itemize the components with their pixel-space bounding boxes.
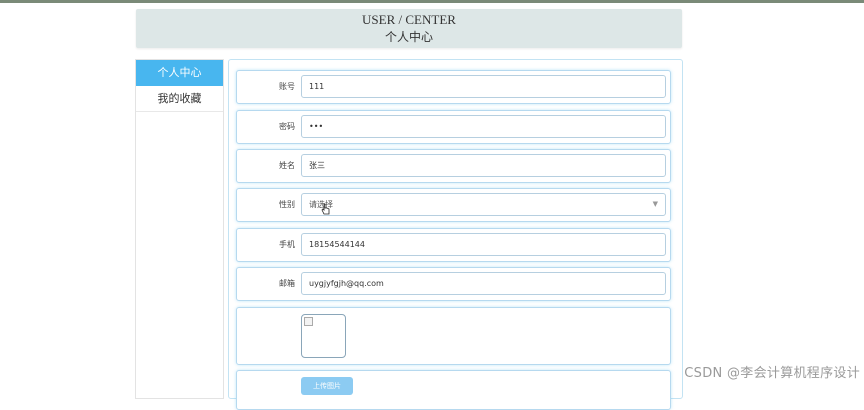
gender-select[interactable]: 请选择 ▼ — [301, 193, 666, 216]
password-row: 密码 ••• — [236, 110, 671, 144]
sidebar: 个人中心 我的收藏 — [135, 59, 224, 399]
phone-label: 手机 — [279, 240, 295, 249]
upload-row: 上传图片 — [236, 370, 671, 410]
password-field[interactable]: ••• — [301, 115, 666, 138]
email-label: 邮箱 — [279, 279, 295, 288]
gender-label: 性别 — [279, 200, 295, 209]
user-form-panel: 账号 111 密码 ••• 姓名 张三 性别 请选择 ▼ 手机 18154544… — [228, 59, 683, 410]
header-title-cn: 个人中心 — [384, 30, 433, 44]
page-header: USER / CENTER 个人中心 — [136, 9, 682, 48]
gender-row: 性别 请选择 ▼ — [236, 188, 671, 222]
sidebar-item-favorites[interactable]: 我的收藏 — [136, 86, 223, 112]
email-field[interactable]: uygjyfgjh@qq.com — [301, 272, 666, 295]
password-label: 密码 — [279, 122, 295, 131]
name-label: 姓名 — [279, 161, 295, 170]
avatar-row — [236, 307, 671, 365]
hand-cursor-icon — [321, 203, 330, 215]
avatar-image — [301, 314, 346, 358]
name-field[interactable]: 张三 — [301, 154, 666, 177]
name-row: 姓名 张三 — [236, 149, 671, 183]
chevron-down-icon: ▼ — [652, 200, 658, 208]
sidebar-item-user-center[interactable]: 个人中心 — [136, 60, 223, 86]
broken-image-icon — [304, 317, 313, 326]
header-title-en: USER / CENTER — [362, 12, 456, 27]
account-field[interactable]: 111 — [301, 75, 666, 98]
account-row: 账号 111 — [236, 70, 671, 104]
phone-row: 手机 18154544144 — [236, 228, 671, 262]
upload-image-button[interactable]: 上传图片 — [301, 377, 353, 395]
email-row: 邮箱 uygjyfgjh@qq.com — [236, 267, 671, 301]
watermark: CSDN @李会计算机程序设计 — [684, 366, 860, 381]
top-strip — [0, 0, 864, 3]
phone-field[interactable]: 18154544144 — [301, 233, 666, 256]
account-label: 账号 — [279, 82, 295, 91]
